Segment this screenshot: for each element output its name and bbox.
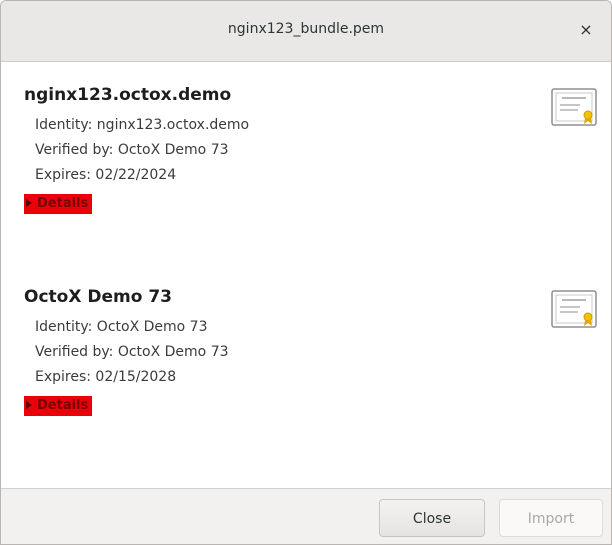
certificate-item: OctoX Demo 73 Identity: OctoX Demo 73 Ve… — [24, 285, 584, 416]
certificate-item: nginx123.octox.demo Identity: nginx123.o… — [24, 83, 584, 214]
details-expander[interactable]: Details — [24, 396, 93, 416]
expander-triangle-icon — [26, 199, 32, 207]
dialog-footer: Close Import — [1, 488, 611, 544]
window-title: nginx123_bundle.pem — [227, 21, 385, 37]
close-window-icon[interactable]: × — [575, 19, 597, 41]
certificate-name: nginx123.octox.demo — [24, 85, 232, 105]
import-button: Import — [499, 499, 603, 537]
certificate-expires: Expires: 02/15/2028 — [35, 369, 177, 385]
certificate-dialog: nginx123_bundle.pem × nginx123.octox.dem… — [0, 0, 612, 545]
certificate-icon — [551, 290, 597, 328]
certificate-verified-by: Verified by: OctoX Demo 73 — [35, 142, 229, 158]
details-label: Details — [37, 196, 89, 211]
titlebar: nginx123_bundle.pem × — [1, 1, 611, 62]
details-label: Details — [37, 398, 89, 413]
certificate-list: nginx123.octox.demo Identity: nginx123.o… — [1, 62, 611, 488]
certificate-name: OctoX Demo 73 — [24, 287, 172, 307]
details-expander[interactable]: Details — [24, 194, 93, 214]
certificate-icon — [551, 88, 597, 126]
certificate-expires: Expires: 02/22/2024 — [35, 167, 177, 183]
certificate-identity: Identity: OctoX Demo 73 — [35, 319, 208, 335]
expander-triangle-icon — [26, 401, 32, 409]
certificate-identity: Identity: nginx123.octox.demo — [35, 117, 250, 133]
certificate-verified-by: Verified by: OctoX Demo 73 — [35, 344, 229, 360]
close-button[interactable]: Close — [379, 499, 485, 537]
